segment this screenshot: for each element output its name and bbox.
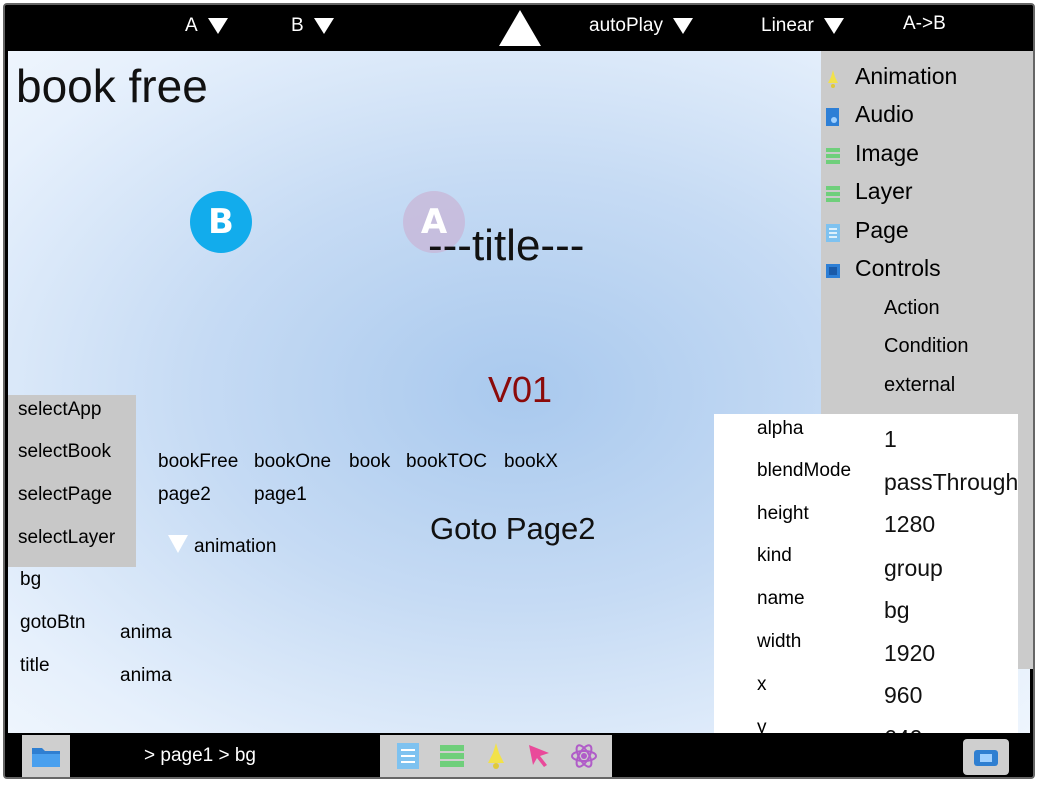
layer-item-gotobtn[interactable]: gotoBtn [20,612,86,634]
publish-icon [974,750,998,766]
select-layer-item[interactable]: selectLayer [18,527,115,549]
folder-button[interactable] [22,735,70,777]
version-text: V01 [488,369,553,410]
book-title: book free [16,60,208,112]
a-dropdown[interactable]: A [185,15,228,37]
add-tool-strip [380,735,612,777]
easing-label: Linear [761,15,814,36]
page-title-text[interactable]: ---title--- [428,221,584,271]
tool-item-label: Image [855,140,919,166]
collapse-triangle-icon[interactable] [499,10,541,46]
prop-key-x: x [757,674,767,695]
prop-key-height: height [757,503,809,524]
controls-sub-action[interactable]: Action [884,297,940,320]
properties-panel: alpha 1 blendMode passThrough height 128… [714,414,1018,757]
tool-item-animation[interactable]: Animation [825,63,957,90]
bell-icon[interactable] [481,741,511,771]
folder-icon [32,748,60,767]
tool-item-audio[interactable]: Audio [825,101,914,128]
anima-item[interactable]: anima [120,665,172,687]
tool-item-label: Layer [855,178,913,204]
select-menu: selectApp selectBook selectPage selectLa… [8,395,136,567]
tool-item-label: Controls [855,255,941,281]
anima-item[interactable]: anima [120,622,172,644]
breadcrumb: > page1 > bg [144,745,256,766]
prop-value-width[interactable]: 1920 [884,640,935,667]
prop-value-name[interactable]: bg [884,597,910,624]
book-item-bookx[interactable]: bookX [504,451,558,473]
prop-value-kind[interactable]: group [884,555,943,582]
select-app-item[interactable]: selectApp [18,399,101,421]
bottom-toolbar: > page1 > bg [5,733,1033,777]
tool-item-layer[interactable]: Layer [825,178,913,205]
b-label: B [291,15,304,36]
goto-page2-button[interactable]: Goto Page2 [430,511,595,547]
a-to-b-button[interactable]: A->B [903,13,946,35]
tool-item-label: Animation [855,63,958,89]
autoplay-dropdown[interactable]: autoPlay [589,15,693,37]
page-icon[interactable] [393,741,423,771]
animation-expand-icon[interactable] [168,535,188,553]
controls-icon [825,260,841,278]
chevron-down-icon [207,18,228,34]
prop-key-blendmode: blendMode [757,460,852,481]
prop-value-x[interactable]: 960 [884,682,922,709]
autoplay-label: autoPlay [589,15,663,36]
page-item-page1[interactable]: page1 [254,484,307,506]
top-toolbar: A B autoPlay Linear A->B [5,5,1033,51]
layer-item-bg[interactable]: bg [20,569,41,591]
b-dropdown[interactable]: B [291,15,334,37]
layer-item-title[interactable]: title [20,655,50,677]
prop-key-width: width [757,631,802,652]
controls-sub-condition[interactable]: Condition [884,335,969,358]
circle-b-button[interactable]: B [190,191,252,253]
select-page-item[interactable]: selectPage [18,484,112,506]
audio-file-icon [825,106,841,126]
a-label: A [185,15,198,36]
chevron-down-icon [823,18,844,34]
tool-item-label: Audio [855,101,914,127]
app-frame: A B autoPlay Linear A->B book free B A -… [3,3,1035,779]
prop-key-name: name [757,588,805,609]
layer-list-icon [825,183,841,202]
image-list-icon [825,145,841,164]
prop-key-kind: kind [757,545,792,566]
tool-item-controls[interactable]: Controls [825,255,941,282]
cursor-icon[interactable] [525,741,555,771]
animation-label[interactable]: animation [194,536,276,558]
tool-item-image[interactable]: Image [825,140,919,167]
prop-value-blendmode[interactable]: passThrough [884,469,1018,496]
prop-value-alpha[interactable]: 1 [884,426,897,453]
prop-value-height[interactable]: 1280 [884,511,935,538]
book-item-book[interactable]: book [349,451,390,473]
page-icon [825,222,841,242]
page-item-page2[interactable]: page2 [158,484,211,506]
chevron-down-icon [313,18,334,34]
easing-dropdown[interactable]: Linear [761,15,844,37]
book-item-bookfree[interactable]: bookFree [158,451,238,473]
prop-key-alpha: alpha [757,418,804,439]
tool-item-page[interactable]: Page [825,217,909,244]
select-book-item[interactable]: selectBook [18,441,111,463]
book-item-bookone[interactable]: bookOne [254,451,331,473]
book-item-booktoc[interactable]: bookTOC [406,451,487,473]
bell-icon [825,68,841,88]
tool-item-label: Page [855,217,909,243]
flower-icon[interactable] [569,741,599,771]
controls-sub-external[interactable]: external [884,374,955,397]
publish-button[interactable] [963,739,1009,775]
a-to-b-label: A->B [903,13,946,34]
layer-list-icon[interactable] [437,741,467,771]
chevron-down-icon [672,18,693,34]
